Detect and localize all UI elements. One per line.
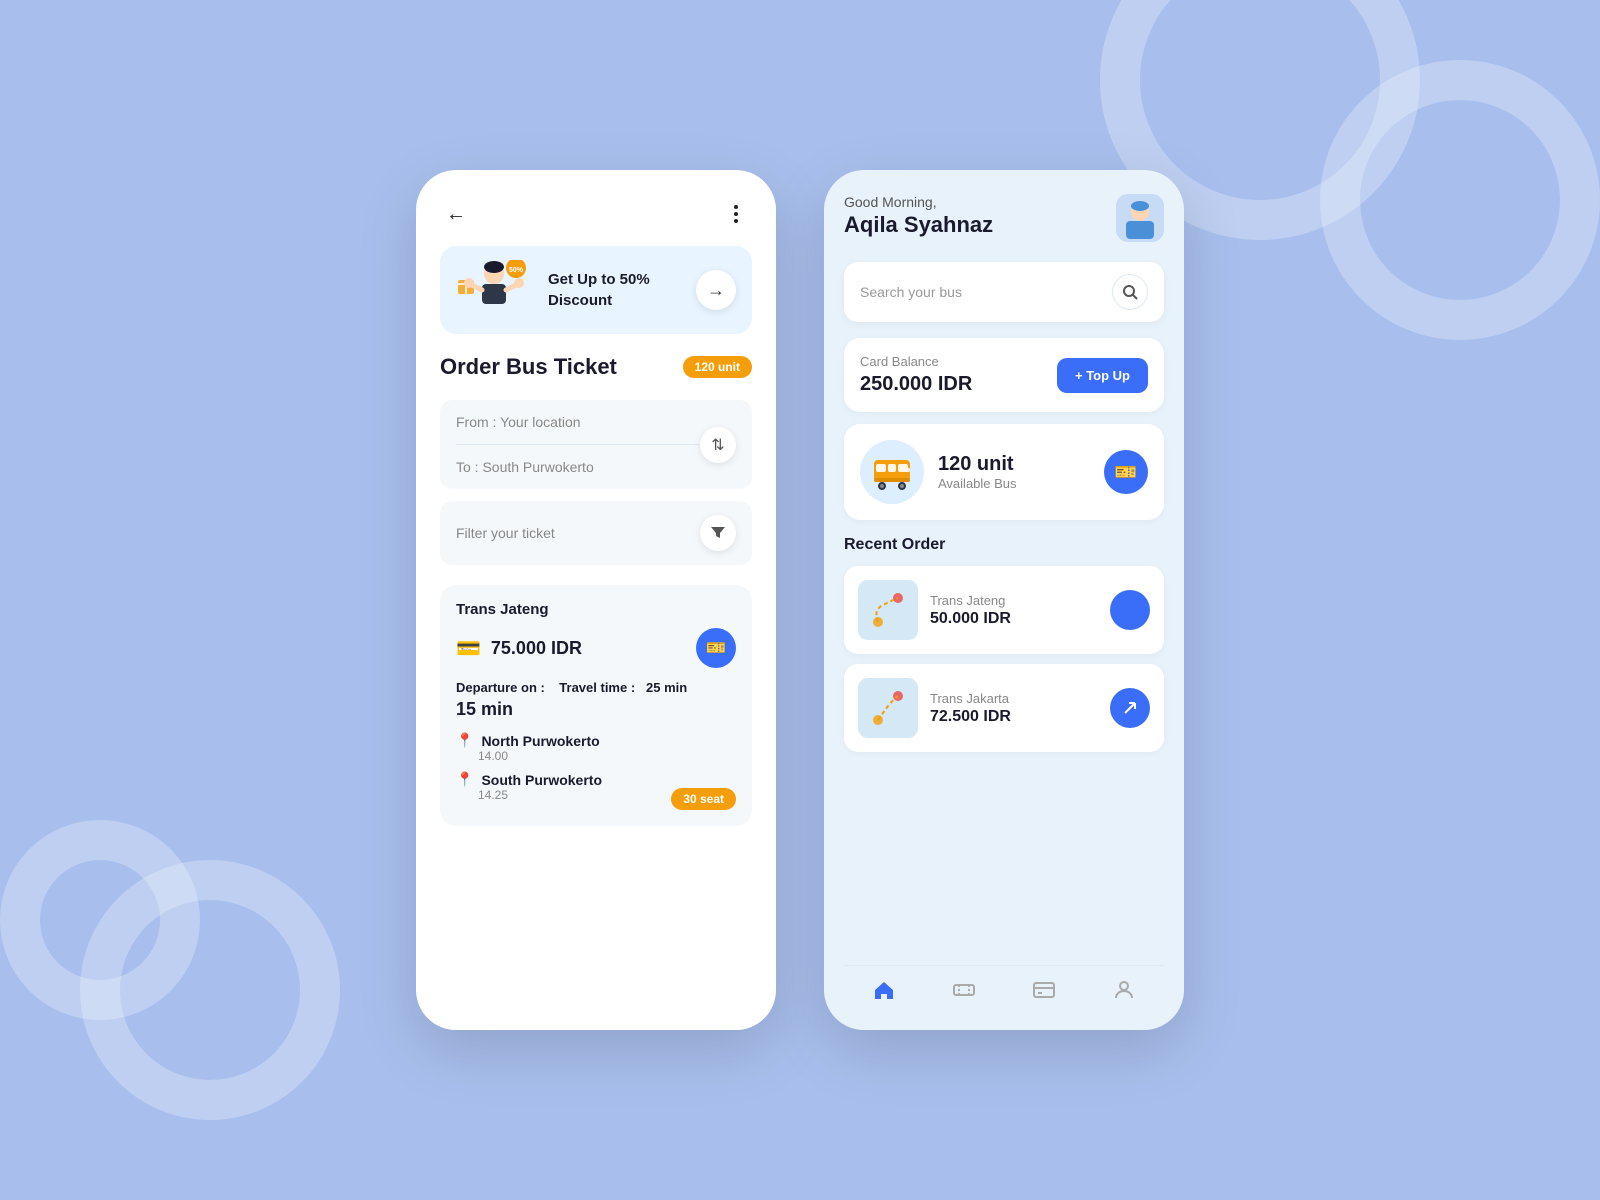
avatar [1116, 194, 1164, 242]
filter-button[interactable] [700, 515, 736, 551]
order-nav-button-1[interactable] [1110, 590, 1150, 630]
stop-north-name: North Purwokerto [481, 733, 599, 749]
stop-north: 📍 North Purwokerto 14.00 [456, 732, 736, 763]
bus-label: Available Bus [938, 476, 1090, 491]
order-info-2: Trans Jakarta 72.500 IDR [930, 691, 1098, 726]
promo-arrow-button[interactable]: → [696, 270, 736, 310]
recent-orders-title: Recent Order [844, 536, 1164, 554]
unit-badge: 120 unit [683, 356, 752, 378]
left-phone: ← 50% [416, 170, 776, 1030]
more-menu-button[interactable] [720, 198, 752, 230]
ticket-money-icon: 💳 [456, 636, 481, 661]
nav-card[interactable] [1032, 978, 1056, 1002]
bus-info: 120 unit Available Bus [938, 453, 1090, 491]
user-name: Aqila Syahnaz [844, 212, 993, 238]
stop-north-time: 14.00 [478, 749, 736, 763]
promo-text: Get Up to 50% Discount [548, 269, 684, 311]
order-title-row: Order Bus Ticket 120 unit [440, 354, 752, 380]
nav-home[interactable] [872, 978, 896, 1002]
search-button[interactable] [1112, 274, 1148, 310]
bus-icon [860, 440, 924, 504]
back-button[interactable]: ← [440, 198, 472, 230]
stop-dot-blue: 📍 [456, 732, 473, 749]
filter-row: Filter your ticket [440, 501, 752, 565]
ticket-price: 75.000 IDR [491, 638, 582, 659]
seat-badge: 30 seat [671, 788, 736, 810]
right-header: Good Morning, Aqila Syahnaz [844, 194, 1164, 242]
order-operator-2: Trans Jakarta [930, 691, 1098, 706]
order-price-1: 50.000 IDR [930, 610, 1098, 628]
order-title: Order Bus Ticket [440, 354, 617, 380]
promo-banner: 50% [440, 246, 752, 334]
svg-text:50%: 50% [509, 267, 524, 274]
order-card-2: Trans Jakarta 72.500 IDR [844, 664, 1164, 752]
phones-container: ← 50% [416, 170, 1184, 1030]
departure-countdown: 15 min [456, 699, 736, 720]
order-nav-button-2[interactable] [1110, 688, 1150, 728]
bus-count: 120 unit [938, 453, 1090, 476]
ticket-card: Trans Jateng 💳 75.000 IDR 🎫 Departure on… [440, 585, 752, 826]
ticket-operator: Trans Jateng [456, 601, 736, 618]
stop-south: 📍 South Purwokerto 14.25 [456, 771, 671, 802]
search-bar[interactable]: Search your bus [844, 262, 1164, 322]
swap-button[interactable]: ⇅ [700, 427, 736, 463]
balance-amount: 250.000 IDR [860, 373, 972, 396]
order-info-1: Trans Jateng 50.000 IDR [930, 593, 1098, 628]
stop-south-name: South Purwokerto [481, 772, 602, 788]
departure-row: Departure on : Travel time : 25 min [456, 680, 736, 695]
right-phone: Good Morning, Aqila Syahnaz Search your … [824, 170, 1184, 1030]
order-map-thumb-2 [858, 678, 918, 738]
greeting-text: Good Morning, [844, 194, 993, 210]
search-placeholder: Search your bus [860, 284, 962, 300]
balance-label: Card Balance [860, 354, 972, 369]
promo-illustration: 50% [456, 260, 536, 320]
ticket-book-button[interactable]: 🎫 [696, 628, 736, 668]
available-bus-section: 120 unit Available Bus 🎫 [844, 424, 1164, 520]
nav-profile[interactable] [1112, 978, 1136, 1002]
nav-ticket[interactable] [952, 978, 976, 1002]
stop-south-time: 14.25 [478, 788, 671, 802]
order-operator-1: Trans Jateng [930, 593, 1098, 608]
stop-dot-red: 📍 [456, 771, 473, 788]
topup-button[interactable]: + Top Up [1057, 358, 1148, 393]
order-price-2: 72.500 IDR [930, 708, 1098, 726]
order-map-thumb-1 [858, 580, 918, 640]
ticket-price-row: 💳 75.000 IDR 🎫 [456, 628, 736, 668]
top-bar: ← [440, 190, 752, 246]
bus-ticket-button[interactable]: 🎫 [1104, 450, 1148, 494]
filter-placeholder: Filter your ticket [456, 525, 555, 541]
location-inputs: From : Your location To : South Purwoker… [440, 400, 752, 489]
bottom-nav [844, 965, 1164, 1006]
card-balance-section: Card Balance 250.000 IDR + Top Up [844, 338, 1164, 412]
order-card-1: Trans Jateng 50.000 IDR [844, 566, 1164, 654]
